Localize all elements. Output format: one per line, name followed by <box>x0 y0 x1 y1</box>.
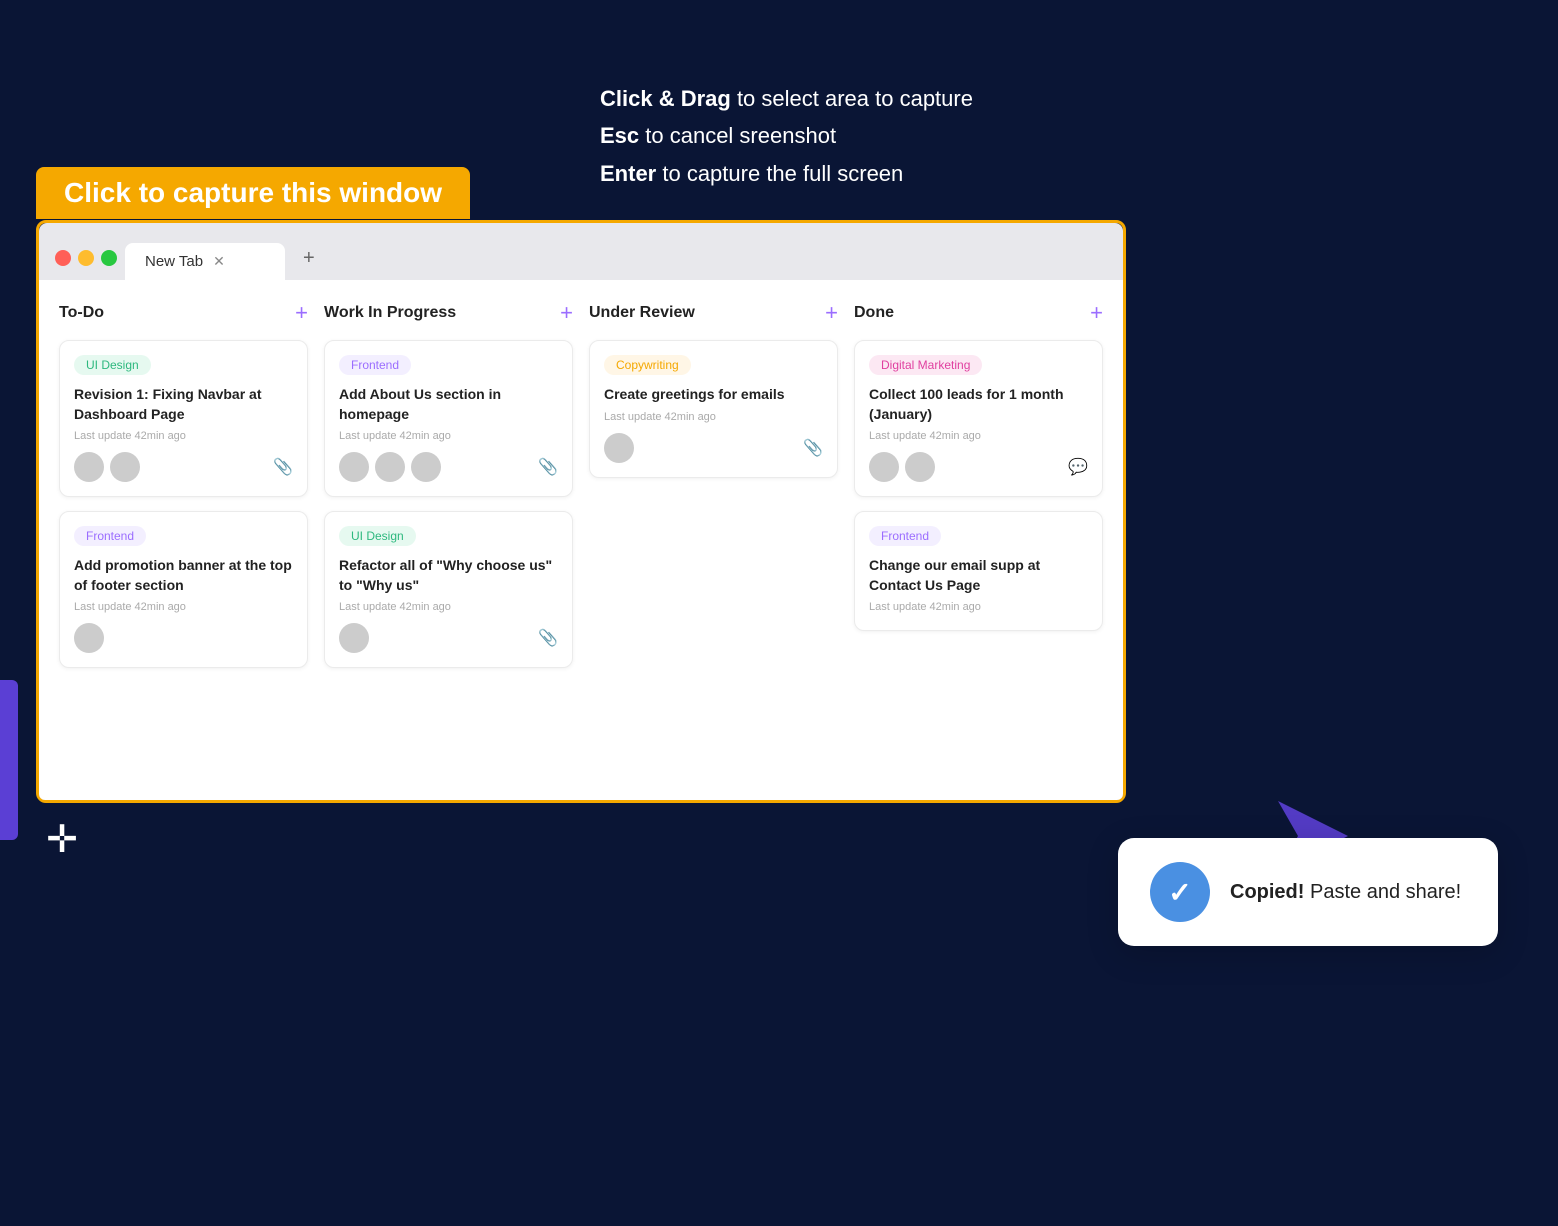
card-meta-1: Last update 42min ago <box>74 430 293 442</box>
column-wip-title: Work In Progress <box>324 304 456 322</box>
card-tag-ui-design: UI Design <box>74 355 151 375</box>
capture-window-label[interactable]: Click to capture this window <box>36 167 470 219</box>
card-avatars-6 <box>869 452 935 482</box>
avatar <box>604 433 634 463</box>
column-review-add[interactable]: + <box>825 300 838 326</box>
copied-text: Copied! Paste and share! <box>1230 881 1461 904</box>
card-title-6: Collect 100 leads for 1 month (January) <box>869 385 1088 424</box>
card-avatars-5 <box>604 433 634 463</box>
card-avatars-3 <box>339 452 441 482</box>
card-wip-2[interactable]: UI Design Refactor all of "Why choose us… <box>324 511 573 668</box>
check-icon: ✓ <box>1168 876 1191 909</box>
card-meta-7: Last update 42min ago <box>869 601 1088 613</box>
column-todo-header: To-Do + <box>59 300 308 326</box>
card-footer-4: 📎 <box>339 623 558 653</box>
card-todo-2[interactable]: Frontend Add promotion banner at the top… <box>59 511 308 668</box>
card-footer-3: 📎 <box>339 452 558 482</box>
tab-active[interactable]: New Tab ✕ <box>125 243 285 280</box>
kanban-board: To-Do + UI Design Revision 1: Fixing Nav… <box>39 280 1123 800</box>
column-review-title: Under Review <box>589 304 695 322</box>
column-wip-header: Work In Progress + <box>324 300 573 326</box>
card-footer-5: 📎 <box>604 433 823 463</box>
card-title-7: Change our email supp at Contact Us Page <box>869 556 1088 595</box>
column-done-header: Done + <box>854 300 1103 326</box>
card-done-2-partial[interactable]: Frontend Change our email supp at Contac… <box>854 511 1103 631</box>
card-avatars-4 <box>339 623 369 653</box>
card-avatars-2 <box>74 623 104 653</box>
comment-icon: 💬 <box>1068 457 1088 477</box>
card-title-3: Add About Us section in homepage <box>339 385 558 424</box>
window-minimize-dot[interactable] <box>78 250 94 266</box>
card-footer-6: 💬 <box>869 452 1088 482</box>
attachment-icon: 📎 <box>538 628 558 648</box>
browser-chrome: New Tab ✕ + <box>39 223 1123 280</box>
avatar <box>339 623 369 653</box>
capture-window[interactable]: Click to capture this window New Tab ✕ +… <box>36 220 1126 803</box>
card-title-1: Revision 1: Fixing Navbar at Dashboard P… <box>74 385 293 424</box>
attachment-icon: 📎 <box>273 457 293 477</box>
avatar <box>110 452 140 482</box>
card-footer-2 <box>74 623 293 653</box>
instruction-line-2: Esc to cancel sreenshot <box>600 117 973 154</box>
attachment-icon: 📎 <box>538 457 558 477</box>
card-meta-2: Last update 42min ago <box>74 601 293 613</box>
crosshair-cursor: ✛ <box>36 814 88 866</box>
card-meta-6: Last update 42min ago <box>869 430 1088 442</box>
card-footer-1: 📎 <box>74 452 293 482</box>
card-tag-copywriting: Copywriting <box>604 355 691 375</box>
card-review-1[interactable]: Copywriting Create greetings for emails … <box>589 340 838 478</box>
column-review: Under Review + Copywriting Create greeti… <box>589 300 838 682</box>
card-tag-digital-marketing: Digital Marketing <box>869 355 982 375</box>
avatar <box>74 452 104 482</box>
column-wip: Work In Progress + Frontend Add About Us… <box>324 300 573 682</box>
column-todo: To-Do + UI Design Revision 1: Fixing Nav… <box>59 300 308 682</box>
card-wip-1[interactable]: Frontend Add About Us section in homepag… <box>324 340 573 497</box>
card-title-5: Create greetings for emails <box>604 385 823 405</box>
column-todo-add[interactable]: + <box>295 300 308 326</box>
card-avatars-1 <box>74 452 140 482</box>
avatar <box>339 452 369 482</box>
card-done-1[interactable]: Digital Marketing Collect 100 leads for … <box>854 340 1103 497</box>
attachment-icon: 📎 <box>803 438 823 458</box>
column-review-header: Under Review + <box>589 300 838 326</box>
column-done: Done + Digital Marketing Collect 100 lea… <box>854 300 1103 682</box>
side-purple-bar <box>0 680 18 840</box>
avatar <box>411 452 441 482</box>
card-title-4: Refactor all of "Why choose us" to "Why … <box>339 556 558 595</box>
avatar <box>869 452 899 482</box>
tab-bar: New Tab ✕ + <box>125 237 329 280</box>
column-done-title: Done <box>854 304 894 322</box>
avatar <box>905 452 935 482</box>
instruction-line-3: Enter to capture the full screen <box>600 155 973 192</box>
columns-container: To-Do + UI Design Revision 1: Fixing Nav… <box>59 300 1103 682</box>
card-tag-ui-design: UI Design <box>339 526 416 546</box>
instruction-line-1: Click & Drag to select area to capture <box>600 80 973 117</box>
column-todo-title: To-Do <box>59 304 104 322</box>
avatar <box>375 452 405 482</box>
copied-bold: Copied! <box>1230 881 1304 903</box>
window-close-dot[interactable] <box>55 250 71 266</box>
copied-check-circle: ✓ <box>1150 862 1210 922</box>
window-maximize-dot[interactable] <box>101 250 117 266</box>
card-todo-1[interactable]: UI Design Revision 1: Fixing Navbar at D… <box>59 340 308 497</box>
avatar <box>74 623 104 653</box>
column-wip-add[interactable]: + <box>560 300 573 326</box>
tab-new-button[interactable]: + <box>289 237 329 280</box>
card-title-2: Add promotion banner at the top of foote… <box>74 556 293 595</box>
window-controls <box>55 250 117 280</box>
card-tag-frontend: Frontend <box>869 526 941 546</box>
card-tag-frontend: Frontend <box>339 355 411 375</box>
tab-title: New Tab <box>145 253 203 270</box>
copied-rest: Paste and share! <box>1304 881 1461 903</box>
card-meta-5: Last update 42min ago <box>604 411 823 423</box>
card-meta-3: Last update 42min ago <box>339 430 558 442</box>
instructions-overlay: Click & Drag to select area to capture E… <box>600 80 973 192</box>
copied-notification: ✓ Copied! Paste and share! <box>1118 838 1498 946</box>
tab-close-button[interactable]: ✕ <box>213 253 225 270</box>
card-meta-4: Last update 42min ago <box>339 601 558 613</box>
column-done-add[interactable]: + <box>1090 300 1103 326</box>
card-tag-frontend: Frontend <box>74 526 146 546</box>
